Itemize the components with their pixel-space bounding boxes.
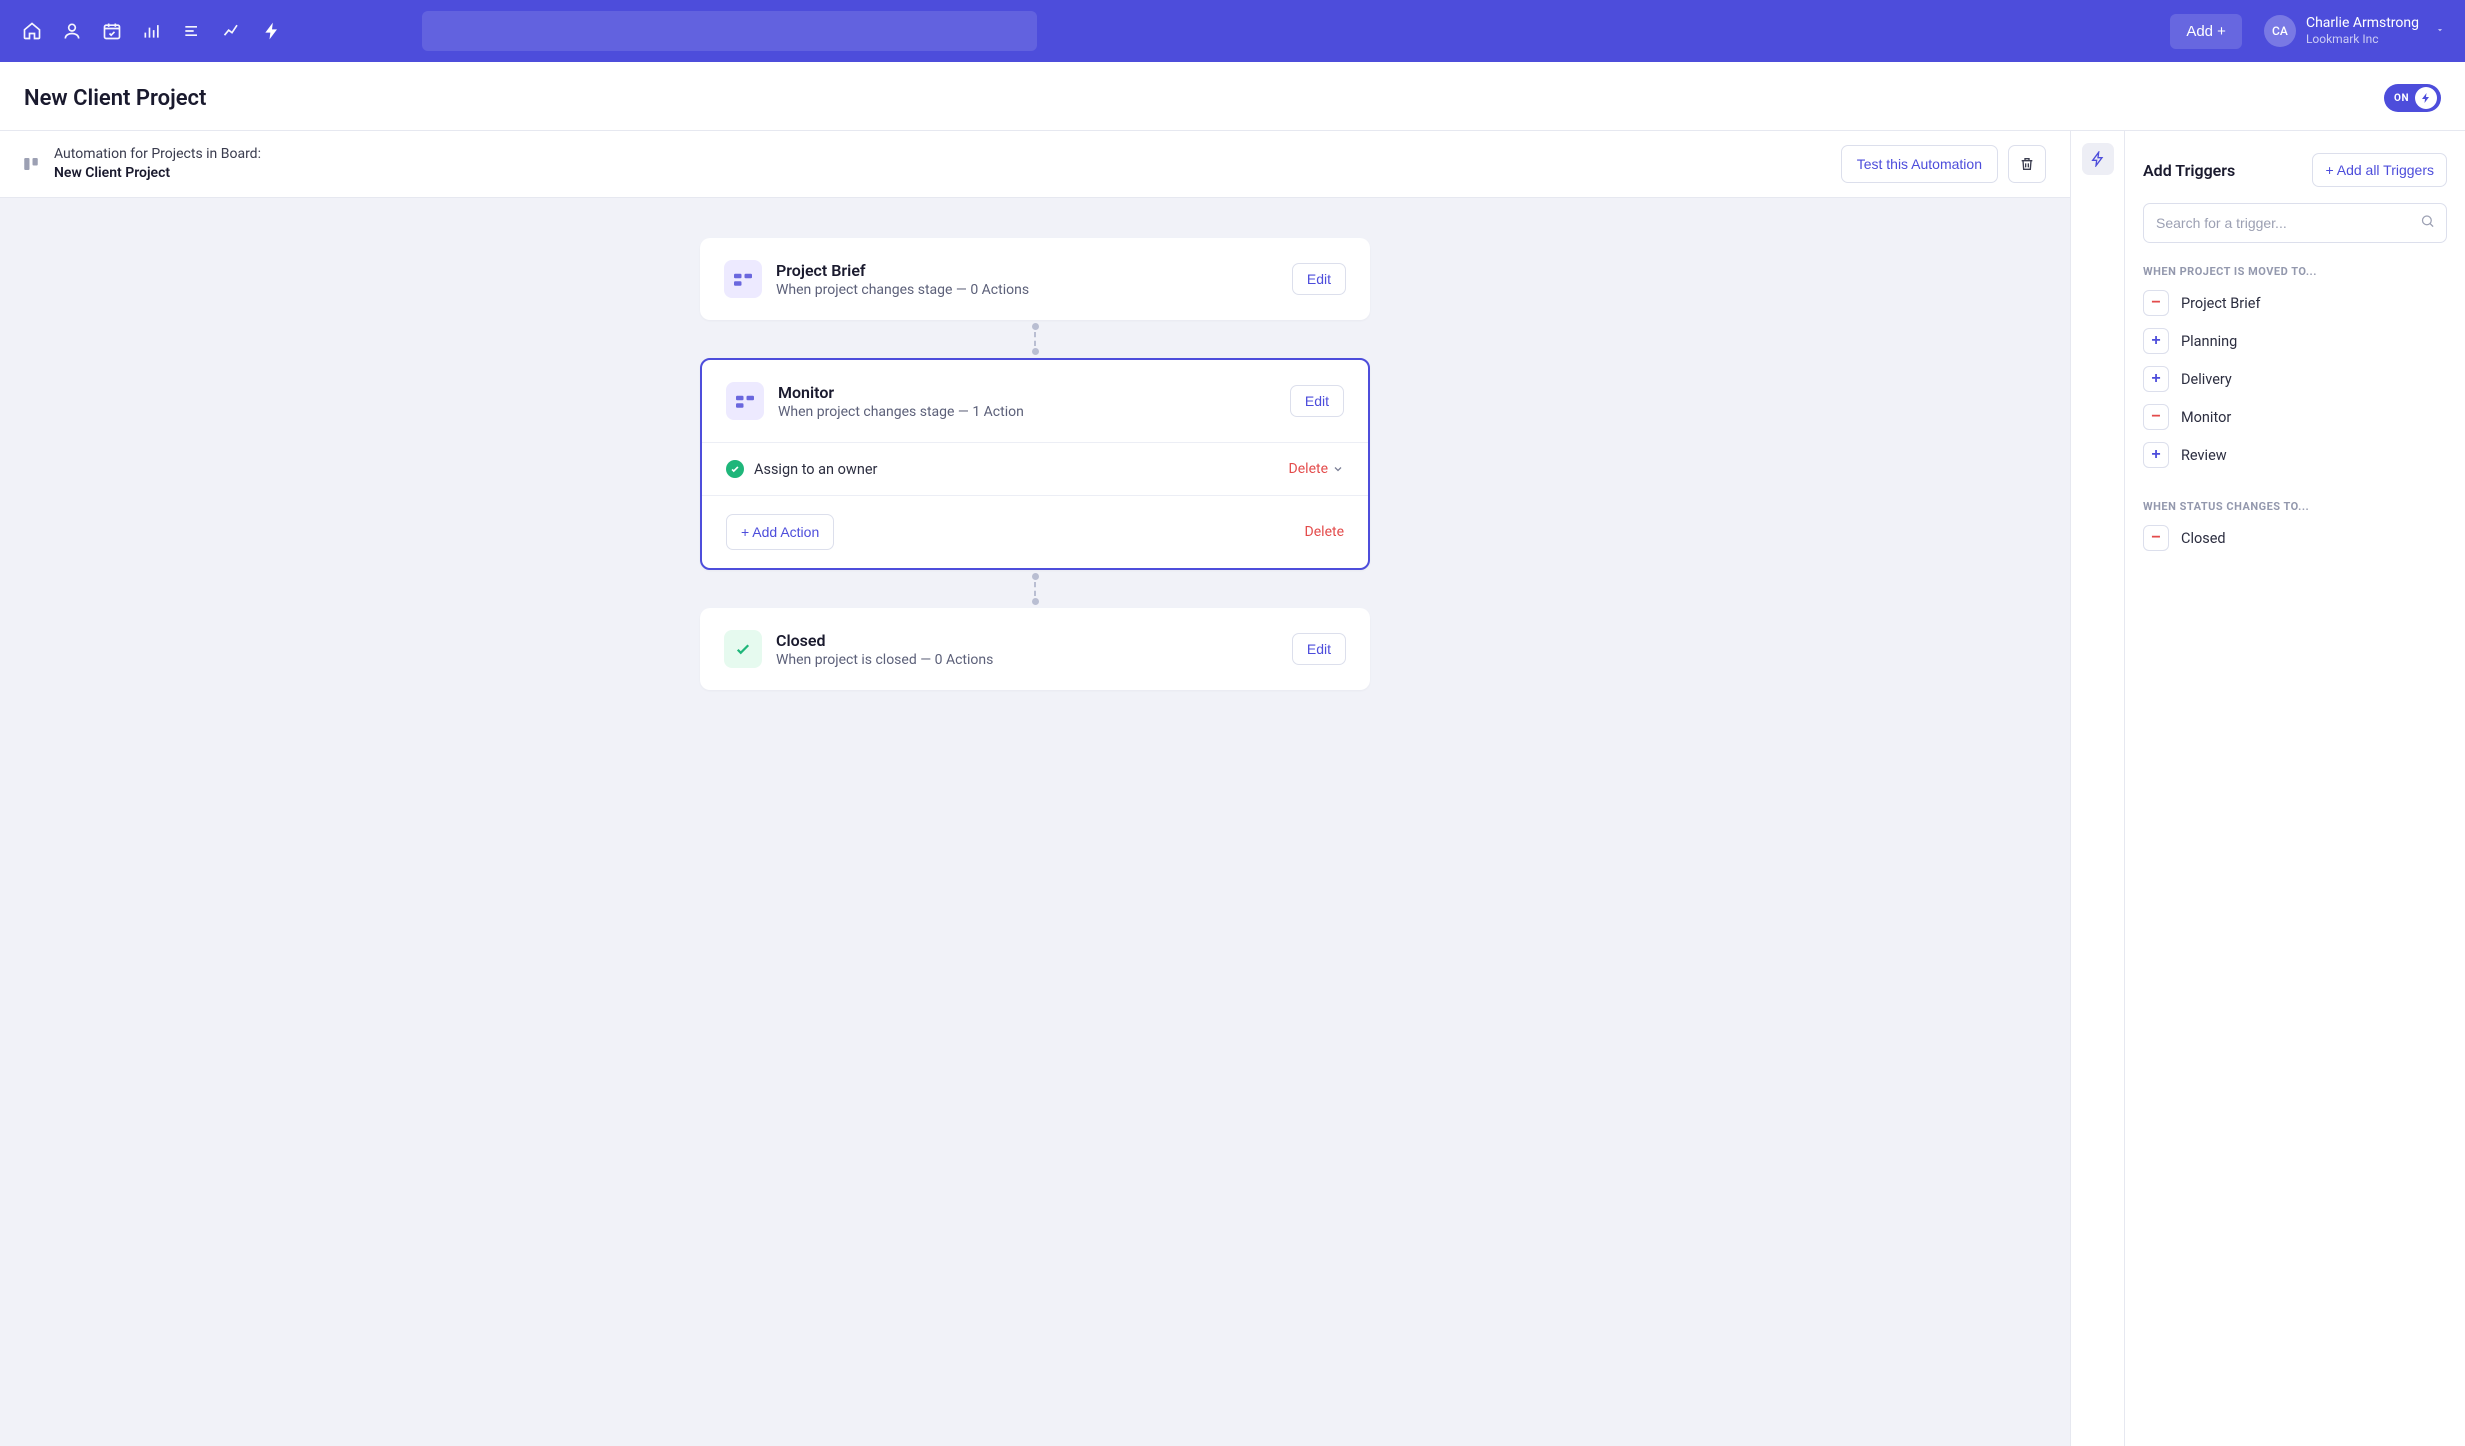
home-icon[interactable] — [20, 19, 44, 43]
trigger-label: Project Brief — [2181, 295, 2260, 312]
subheader-label: Automation for Projects in Board: — [54, 145, 261, 164]
subheader-text: Automation for Projects in Board: New Cl… — [54, 145, 261, 183]
right-panel: Add Triggers + Add all Triggers When pro… — [2125, 131, 2465, 1446]
trigger-label: Planning — [2181, 333, 2237, 350]
delete-action-link[interactable]: Delete — [1289, 461, 1344, 477]
add-action-button[interactable]: + Add Action — [726, 514, 834, 550]
trigger-item-delivery: + Delivery — [2143, 366, 2447, 392]
check-icon — [724, 630, 762, 668]
automation-canvas: Project Brief When project changes stage… — [0, 198, 2070, 1446]
trigger-item-project-brief: − Project Brief — [2143, 290, 2447, 316]
trigger-card-closed[interactable]: Closed When project is closed — 0 Action… — [700, 608, 1370, 690]
trend-icon[interactable] — [220, 19, 244, 43]
trigger-group-label: When project is moved to... — [2143, 265, 2447, 278]
remove-trigger-button[interactable]: − — [2143, 290, 2169, 316]
card-title: Project Brief — [776, 261, 1278, 280]
search-icon — [2420, 214, 2435, 233]
avatar: CA — [2264, 15, 2296, 47]
action-label: Assign to an owner — [754, 461, 1279, 478]
trigger-group-label: When Status changes to... — [2143, 500, 2447, 513]
aside-column — [2071, 131, 2125, 1446]
automation-toggle[interactable]: ON — [2384, 84, 2441, 112]
trigger-search — [2143, 203, 2447, 243]
bolt-icon[interactable] — [2082, 143, 2114, 175]
subheader-left: Automation for Projects in Board: New Cl… — [20, 145, 261, 183]
test-automation-button[interactable]: Test this Automation — [1841, 145, 1998, 183]
trigger-item-planning: + Planning — [2143, 328, 2447, 354]
add-button-label: Add + — [2186, 23, 2226, 40]
add-all-triggers-button[interactable]: + Add all Triggers — [2312, 153, 2447, 187]
trash-icon — [2019, 156, 2035, 172]
top-nav: Add + CA Charlie Armstrong Lookmark Inc — [0, 0, 2465, 62]
page-header: New Client Project ON — [0, 62, 2465, 131]
edit-button[interactable]: Edit — [1292, 263, 1346, 295]
page-title: New Client Project — [24, 86, 206, 111]
subheader: Automation for Projects in Board: New Cl… — [0, 131, 2070, 198]
trigger-item-closed: − Closed — [2143, 525, 2447, 551]
subheader-actions: Test this Automation — [1841, 145, 2046, 183]
person-icon[interactable] — [60, 19, 84, 43]
trigger-item-monitor: − Monitor — [2143, 404, 2447, 430]
card-title: Monitor — [778, 383, 1276, 402]
delete-automation-button[interactable] — [2008, 145, 2046, 183]
remove-trigger-button[interactable]: − — [2143, 404, 2169, 430]
toggle-label: ON — [2394, 93, 2409, 104]
main-column: Automation for Projects in Board: New Cl… — [0, 131, 2071, 1446]
trigger-label: Monitor — [2181, 409, 2231, 426]
user-name: Charlie Armstrong — [2306, 14, 2419, 32]
add-trigger-button[interactable]: + — [2143, 442, 2169, 468]
chevron-down-icon — [2435, 23, 2445, 39]
subheader-board-name: New Client Project — [54, 164, 261, 183]
connector — [1032, 570, 1039, 608]
bolt-icon — [2415, 87, 2437, 109]
edit-button[interactable]: Edit — [1290, 385, 1344, 417]
bolt-icon[interactable] — [260, 19, 284, 43]
remove-trigger-button[interactable]: − — [2143, 525, 2169, 551]
board-stage-icon — [724, 260, 762, 298]
delete-trigger-link[interactable]: Delete — [1305, 524, 1344, 540]
card-subtitle: When project changes stage — 1 Action — [778, 404, 1276, 420]
board-icon — [20, 153, 42, 175]
trigger-search-input[interactable] — [2143, 203, 2447, 243]
add-trigger-button[interactable]: + — [2143, 366, 2169, 392]
trigger-card-monitor[interactable]: Monitor When project changes stage — 1 A… — [700, 358, 1370, 570]
trigger-label: Delivery — [2181, 371, 2232, 388]
global-search[interactable] — [422, 11, 1037, 51]
body: Automation for Projects in Board: New Cl… — [0, 131, 2465, 1446]
trigger-card-project-brief[interactable]: Project Brief When project changes stage… — [700, 238, 1370, 320]
user-org: Lookmark Inc — [2306, 32, 2419, 48]
calendar-icon[interactable] — [100, 19, 124, 43]
card-subtitle: When project is closed — 0 Actions — [776, 652, 1278, 668]
chevron-down-icon — [1332, 463, 1344, 475]
board-stage-icon — [726, 382, 764, 420]
card-title: Closed — [776, 631, 1278, 650]
lines-icon[interactable] — [180, 19, 204, 43]
right-panel-title: Add Triggers — [2143, 161, 2235, 180]
bars-icon[interactable] — [140, 19, 164, 43]
user-menu[interactable]: CA Charlie Armstrong Lookmark Inc — [2264, 14, 2445, 48]
user-text: Charlie Armstrong Lookmark Inc — [2306, 14, 2419, 48]
top-nav-left — [20, 19, 284, 43]
card-subtitle: When project changes stage — 0 Actions — [776, 282, 1278, 298]
trigger-label: Closed — [2181, 530, 2226, 547]
connector — [1032, 320, 1039, 358]
check-icon — [726, 460, 744, 478]
edit-button[interactable]: Edit — [1292, 633, 1346, 665]
trigger-item-review: + Review — [2143, 442, 2447, 468]
add-button[interactable]: Add + — [2170, 14, 2242, 49]
action-row[interactable]: Assign to an owner Delete — [702, 442, 1368, 495]
add-trigger-button[interactable]: + — [2143, 328, 2169, 354]
trigger-label: Review — [2181, 447, 2227, 464]
